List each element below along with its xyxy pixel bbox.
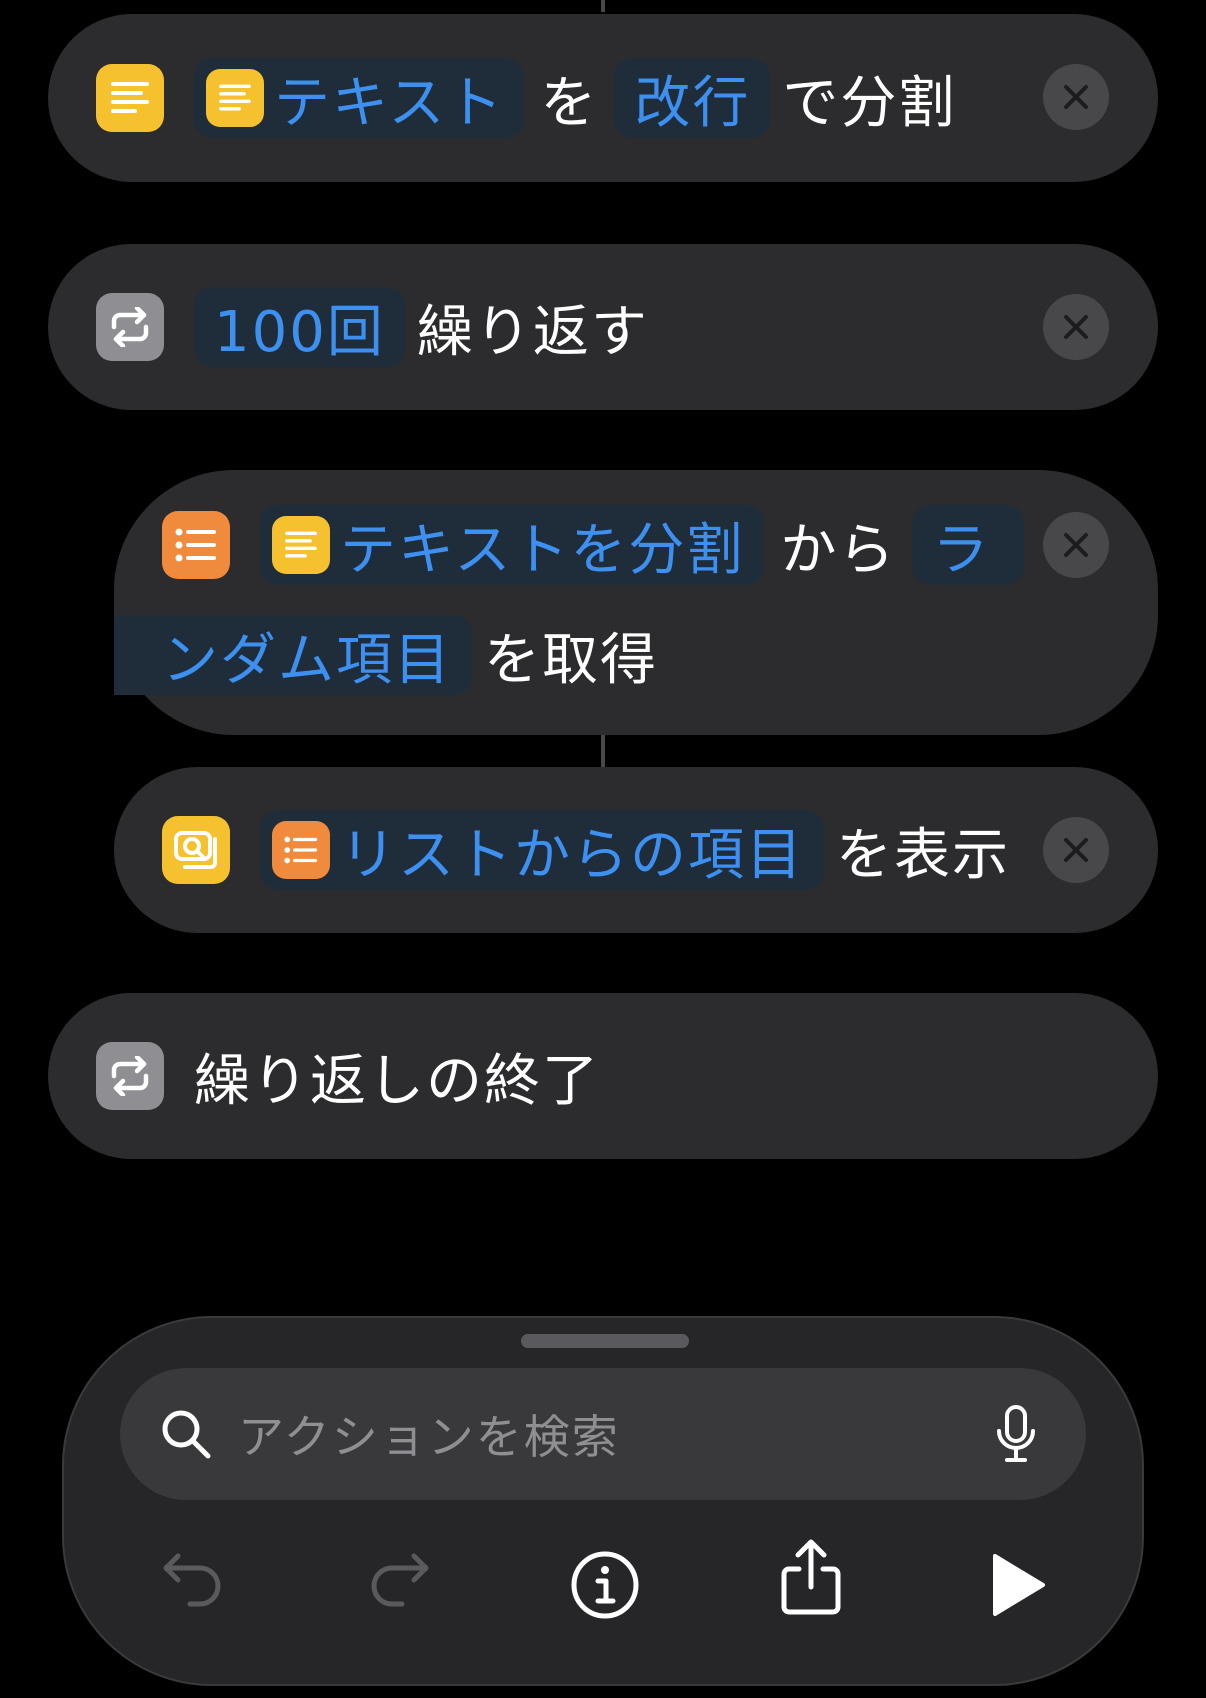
text-lines-icon [272,516,330,574]
parameter-token-item-type[interactable]: ラ [912,505,1025,585]
sheet-grabber[interactable] [521,1334,689,1348]
variable-token-label: テキストを分割 [340,517,745,583]
variable-token-label: リストからの項目 [340,822,804,888]
redo-icon [371,1553,429,1607]
action-card-repeat[interactable]: 100回 繰り返す [48,244,1158,410]
repeat-icon [96,293,164,361]
action-label: で分割 [782,70,957,136]
share-icon [781,1539,841,1615]
parameter-token-count[interactable]: 100回 [194,287,405,367]
action-label: 繰り返しの終了 [194,1048,600,1114]
action-label: を取得 [484,627,658,693]
search-field[interactable]: アクションを検索 [120,1368,1086,1500]
remove-action-button[interactable] [1043,64,1109,130]
connector-line-middle [601,735,605,767]
variable-token-list-item[interactable]: リストからの項目 [260,810,824,890]
close-icon [1064,533,1088,557]
undo-button[interactable] [148,1536,238,1626]
action-card-end-repeat[interactable]: 繰り返しの終了 [48,993,1158,1159]
play-icon [993,1554,1045,1616]
search-input[interactable]: アクションを検索 [238,1401,620,1467]
search-icon [162,1410,211,1459]
action-card-split-text[interactable]: テキスト を 改行 で分割 [48,14,1158,182]
action-label: を [540,70,599,136]
undo-icon [163,1553,221,1607]
parameter-token-item-type[interactable]: ンダム項目 [114,615,472,695]
run-shortcut-button[interactable] [972,1540,1062,1630]
microphone-icon[interactable] [996,1405,1036,1463]
action-card-show-result[interactable]: リストからの項目 を表示 [114,767,1158,933]
show-result-icon [162,816,230,884]
repeat-icon [96,1042,164,1110]
share-button[interactable] [766,1533,856,1623]
close-icon [1064,315,1088,339]
close-icon [1064,85,1088,109]
action-label: から [780,517,897,583]
info-button[interactable] [560,1540,650,1630]
variable-token-label: テキスト [274,70,505,136]
connector-line-top [601,0,605,12]
parameter-token-separator[interactable]: 改行 [614,58,771,138]
list-icon [272,821,330,879]
list-icon [162,511,230,579]
remove-action-button[interactable] [1043,294,1109,360]
variable-token-text[interactable]: テキスト [194,58,525,138]
remove-action-button[interactable] [1043,817,1109,883]
close-icon [1064,838,1088,862]
text-lines-icon [96,64,164,132]
action-label: 繰り返す [416,299,649,365]
text-lines-icon [206,69,264,127]
info-icon [571,1551,639,1619]
remove-action-button[interactable] [1043,512,1109,578]
action-card-get-item[interactable]: テキストを分割 から ラ ンダム項目 を取得 [114,470,1158,735]
variable-token-split-text[interactable]: テキストを分割 [260,505,765,585]
action-search-sheet: アクションを検索 [62,1316,1144,1686]
action-label: を表示 [836,822,1010,888]
redo-button[interactable] [354,1536,444,1626]
